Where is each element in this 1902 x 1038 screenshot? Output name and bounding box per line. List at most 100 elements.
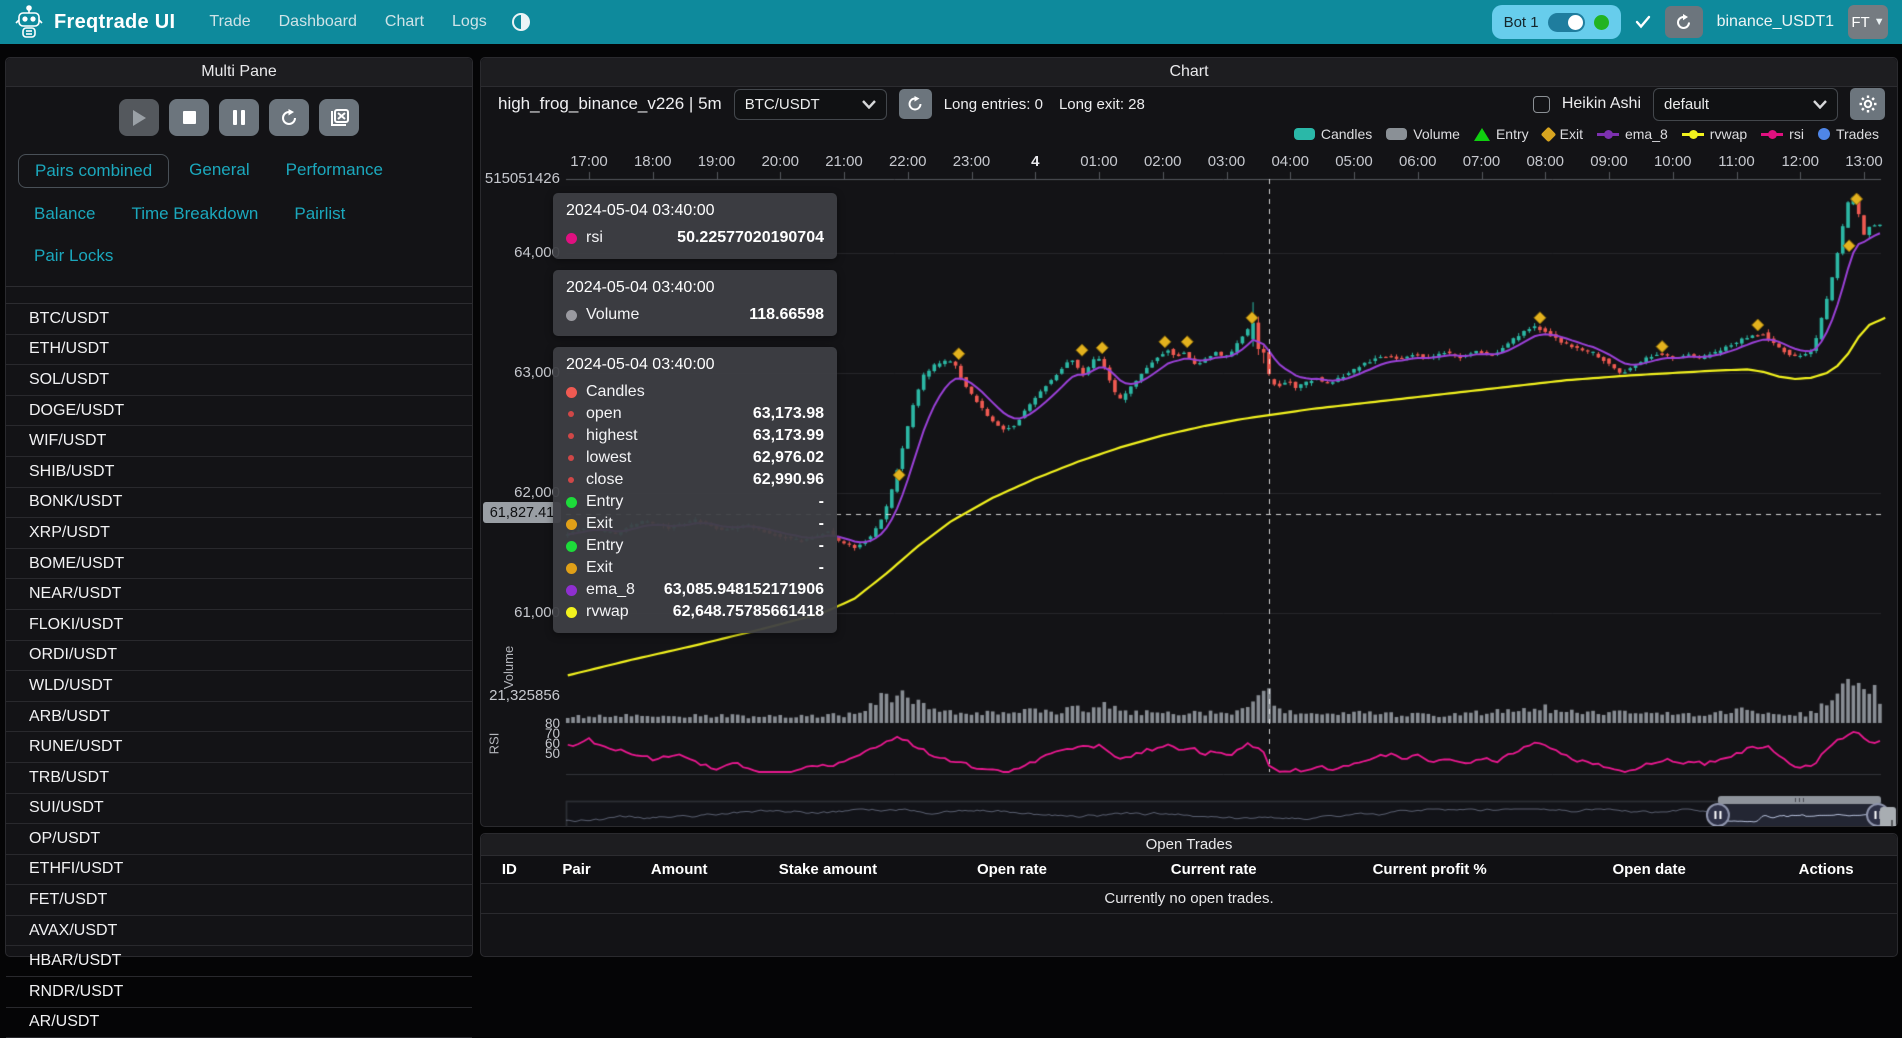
time-tick: 21:00 — [816, 153, 872, 170]
datazoom-track[interactable] — [566, 801, 1718, 829]
reload-config-button[interactable] — [269, 99, 309, 136]
time-tick: 06:00 — [1390, 153, 1446, 170]
pair-list-item[interactable]: HBAR/USDT — [6, 946, 472, 977]
time-tick: 18:00 — [625, 153, 681, 170]
column-header-pair[interactable]: Pair — [538, 861, 616, 878]
pair-list-item[interactable]: TRB/USDT — [6, 763, 472, 794]
pair-list-item[interactable]: ARB/USDT — [6, 702, 472, 733]
legend-label: ema_8 — [1625, 126, 1668, 142]
pause-bot-button[interactable] — [219, 99, 259, 136]
pair-label: RUNE/USDT — [29, 738, 122, 756]
chart-tooltip: 2024-05-04 03:40:00 rsi 50.2257702019070… — [553, 193, 837, 644]
pair-list-item[interactable]: DOGE/USDT — [6, 396, 472, 427]
sidebar-tabs: Pairs combinedGeneralPerformance BalanceT… — [6, 146, 472, 287]
pair-list-item[interactable]: SHIB/USDT — [6, 457, 472, 488]
pair-label: AVAX/USDT — [29, 922, 117, 940]
rsi-line-icon — [1761, 129, 1783, 139]
open-bullet-icon — [568, 411, 574, 417]
pair-label: OP/USDT — [29, 830, 100, 848]
tooltip-date: 2024-05-04 03:40:00 — [566, 356, 824, 374]
pair-list-item[interactable]: BTC/USDT — [6, 304, 472, 335]
nav-link-trade[interactable]: Trade — [209, 13, 250, 31]
crosshair-price-tag: 61,827.41 — [483, 502, 561, 523]
tab-pairlist[interactable]: Pairlist — [278, 198, 361, 230]
tooltip-date: 2024-05-04 03:40:00 — [566, 279, 824, 297]
reload-bot-button[interactable] — [1665, 6, 1703, 38]
entry-triangle-icon — [1474, 128, 1490, 141]
volume-pane-label: Volume — [501, 646, 516, 689]
tab-balance[interactable]: Balance — [18, 198, 111, 230]
time-tick: 03:00 — [1199, 153, 1255, 170]
pair-list-item[interactable]: ORDI/USDT — [6, 641, 472, 672]
pair-list-item[interactable]: RUNE/USDT — [6, 732, 472, 763]
pair-list-item[interactable]: BOME/USDT — [6, 549, 472, 580]
tooltip-ema8-label: ema_8 — [586, 581, 635, 599]
theme-toggle-icon[interactable] — [511, 12, 531, 32]
datazoom-left-handle[interactable] — [1707, 804, 1729, 826]
time-tick: 02:00 — [1135, 153, 1191, 170]
open-trades-title: Open Trades — [481, 834, 1897, 856]
legend-item-exit[interactable]: Exit — [1543, 126, 1583, 142]
time-tick: 20:00 — [752, 153, 808, 170]
legend-item-entry[interactable]: Entry — [1474, 126, 1529, 142]
column-header-amount[interactable]: Amount — [616, 861, 743, 878]
start-bot-button[interactable] — [119, 99, 159, 136]
tab-pair-locks[interactable]: Pair Locks — [18, 240, 129, 272]
tab-performance[interactable]: Performance — [270, 154, 399, 188]
nav-link-logs[interactable]: Logs — [452, 13, 487, 31]
pair-list-item[interactable]: SOL/USDT — [6, 365, 472, 396]
legend-item-volume[interactable]: Volume — [1386, 126, 1460, 142]
brand[interactable]: Freqtrade UI — [14, 5, 175, 39]
nav-links: Trade Dashboard Chart Logs — [209, 13, 486, 31]
pair-list-item[interactable]: AR/USDT — [6, 1008, 472, 1038]
pair-list-item[interactable]: OP/USDT — [6, 824, 472, 855]
column-header-current-rate[interactable]: Current rate — [1111, 861, 1316, 878]
column-header-actions[interactable]: Actions — [1755, 861, 1897, 878]
pair-list-item[interactable]: ETH/USDT — [6, 335, 472, 366]
column-header-open-rate[interactable]: Open rate — [913, 861, 1111, 878]
pair-label: BTC/USDT — [29, 310, 109, 328]
tab-time-breakdown[interactable]: Time Breakdown — [115, 198, 274, 230]
pair-list-item[interactable]: ETHFI/USDT — [6, 855, 472, 886]
bot-online-toggle[interactable] — [1548, 13, 1585, 32]
volume-dot-icon — [566, 310, 577, 321]
tab-pairs-combined[interactable]: Pairs combined — [18, 154, 169, 188]
pair-list-item[interactable]: WIF/USDT — [6, 426, 472, 457]
pair-list-item[interactable]: SUI/USDT — [6, 794, 472, 825]
pair-list-item[interactable]: BONK/USDT — [6, 488, 472, 519]
stop-bot-button[interactable] — [169, 99, 209, 136]
pair-list-item[interactable]: NEAR/USDT — [6, 579, 472, 610]
tooltip-close-label: close — [586, 471, 623, 489]
legend-item-ema_8[interactable]: ema_8 — [1597, 126, 1668, 142]
avatar-initials: FT — [1851, 14, 1869, 31]
user-avatar[interactable]: FT ▼ — [1848, 5, 1888, 39]
column-header-current-profit-%[interactable]: Current profit % — [1316, 861, 1543, 878]
column-header-open-date[interactable]: Open date — [1543, 861, 1755, 878]
legend-item-rvwap[interactable]: rvwap — [1682, 126, 1747, 142]
legend-item-rsi[interactable]: rsi — [1761, 126, 1804, 142]
entry-dot-icon — [566, 497, 577, 508]
pair-list-item[interactable]: XRP/USDT — [6, 518, 472, 549]
open-trades-header-row: IDPairAmountStake amountOpen rateCurrent… — [481, 856, 1897, 884]
pair-list-item[interactable]: WLD/USDT — [6, 671, 472, 702]
legend-item-candles[interactable]: Candles — [1294, 126, 1372, 142]
tab-general[interactable]: General — [173, 154, 265, 188]
column-header-stake-amount[interactable]: Stake amount — [743, 861, 913, 878]
datazoom-selection[interactable] — [1718, 796, 1881, 830]
forceexit-close-button[interactable] — [319, 99, 359, 136]
datazoom-right-handle[interactable] — [1867, 804, 1889, 826]
column-header-id[interactable]: ID — [481, 861, 538, 878]
bot-selector[interactable]: Bot 1 — [1492, 5, 1621, 39]
volume-legend-icon — [1386, 128, 1407, 140]
pair-list-item[interactable]: FLOKI/USDT — [6, 610, 472, 641]
time-tick: 17:00 — [561, 153, 617, 170]
legend-label: Entry — [1496, 126, 1529, 142]
legend-item-trades[interactable]: Trades — [1818, 126, 1879, 142]
pair-list-item[interactable]: FET/USDT — [6, 885, 472, 916]
nav-link-dashboard[interactable]: Dashboard — [279, 13, 357, 31]
pair-list-item[interactable]: RNDR/USDT — [6, 977, 472, 1008]
nav-link-chart[interactable]: Chart — [385, 13, 424, 31]
pair-list-item[interactable]: AVAX/USDT — [6, 916, 472, 947]
trades-circle-icon — [1818, 128, 1830, 140]
rsi-dot-icon — [566, 233, 577, 244]
